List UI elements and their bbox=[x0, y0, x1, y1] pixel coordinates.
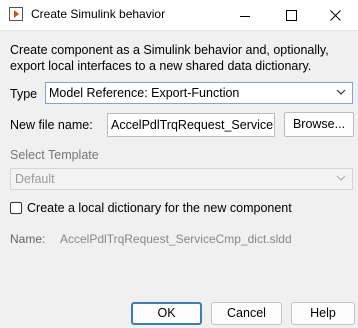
local-dictionary-label[interactable]: Create a local dictionary for the new co… bbox=[27, 201, 292, 215]
window-title: Create Simulink behavior bbox=[31, 7, 166, 21]
minimize-button[interactable] bbox=[222, 0, 268, 30]
minimize-icon bbox=[240, 15, 250, 17]
close-button[interactable] bbox=[312, 0, 358, 30]
ok-button[interactable]: OK bbox=[131, 302, 202, 325]
local-dictionary-checkbox[interactable] bbox=[10, 202, 22, 214]
dictionary-name-label: Name: bbox=[10, 232, 46, 246]
title-bar: Create Simulink behavior bbox=[0, 0, 358, 31]
dictionary-name-value: AccelPdlTrqRequest_ServiceCmp_dict.sldd bbox=[60, 232, 292, 246]
type-selected-value: Model Reference: Export-Function bbox=[49, 86, 240, 100]
template-selected-value: Default bbox=[15, 172, 55, 186]
maximize-button[interactable] bbox=[268, 0, 314, 30]
file-name-label: New file name: bbox=[10, 118, 93, 132]
cancel-button[interactable]: Cancel bbox=[211, 302, 282, 325]
template-label: Select Template bbox=[10, 148, 99, 162]
maximize-icon bbox=[285, 9, 297, 21]
description-text: Create component as a Simulink behavior … bbox=[10, 43, 329, 73]
template-dropdown: Default bbox=[10, 168, 353, 190]
close-icon bbox=[329, 9, 341, 21]
file-name-input[interactable]: AccelPdlTrqRequest_Service bbox=[107, 113, 275, 137]
simulink-icon bbox=[9, 7, 23, 21]
type-label: Type bbox=[10, 87, 38, 101]
type-dropdown[interactable]: Model Reference: Export-Function bbox=[45, 82, 353, 104]
browse-button[interactable]: Browse... bbox=[284, 112, 354, 137]
help-button[interactable]: Help bbox=[291, 302, 355, 325]
chevron-down-icon bbox=[336, 89, 346, 95]
chevron-down-icon bbox=[336, 175, 346, 181]
